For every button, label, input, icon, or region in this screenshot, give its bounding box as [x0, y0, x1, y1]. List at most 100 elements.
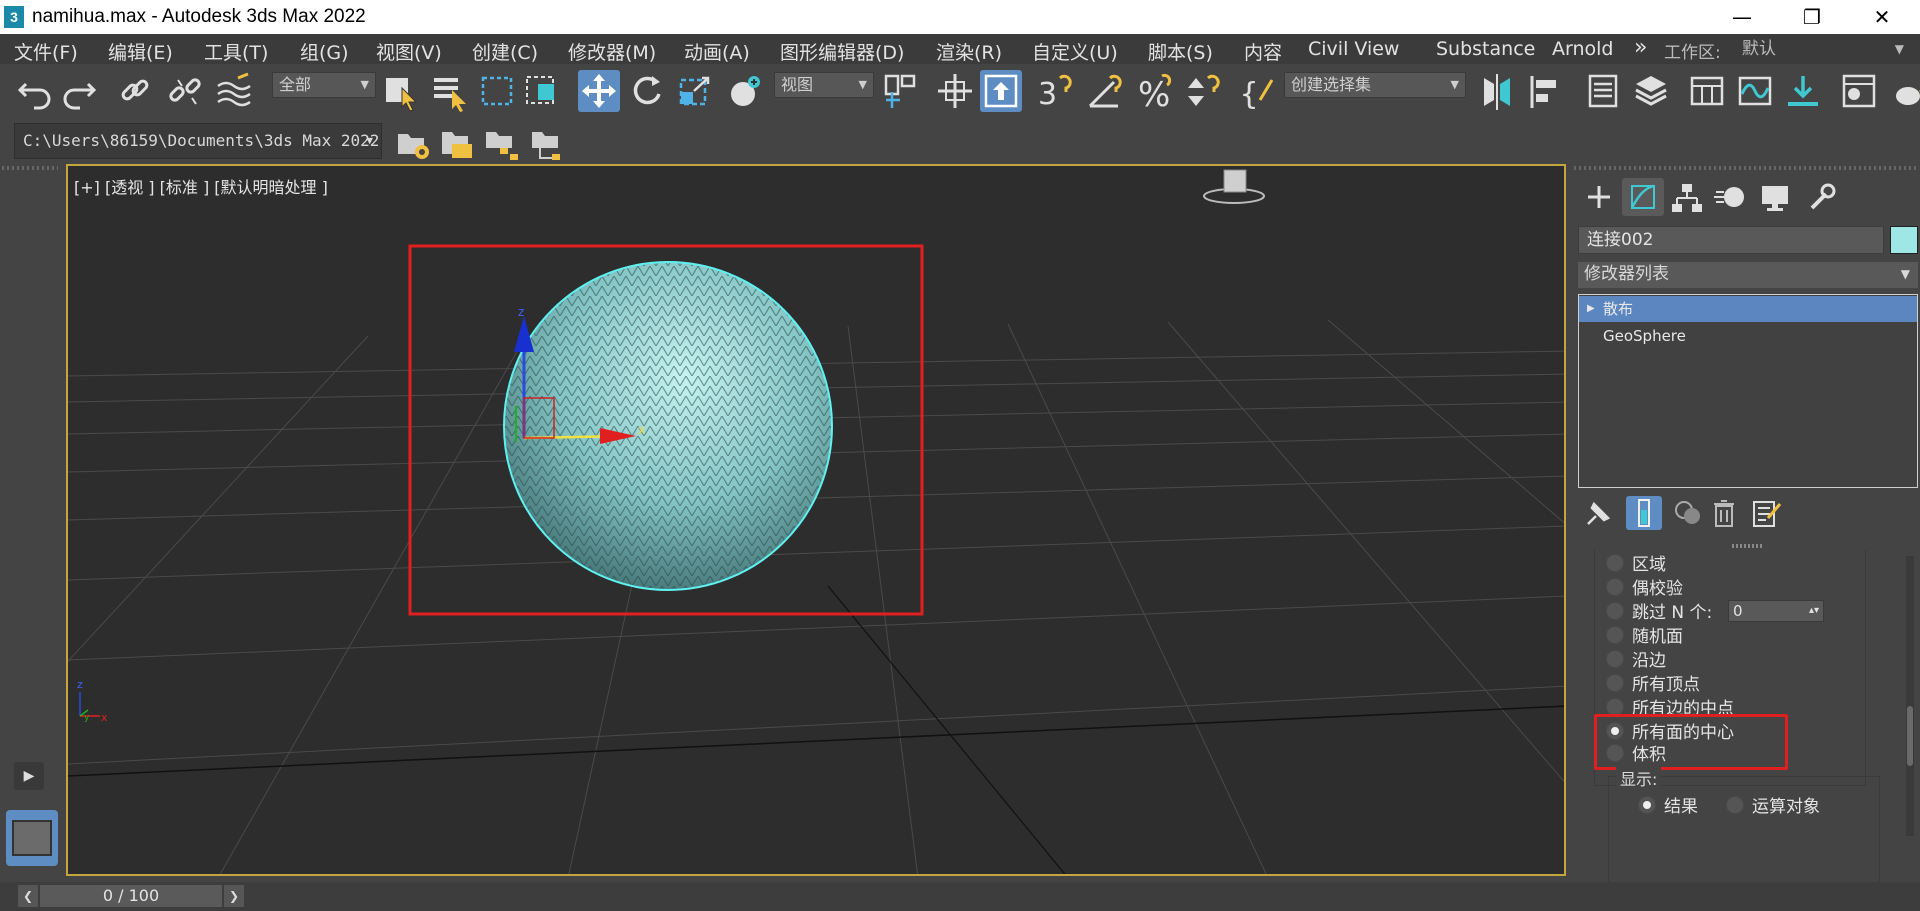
mirror-button[interactable]	[1476, 70, 1518, 112]
tab-display[interactable]	[1754, 178, 1796, 216]
skip-n-spinner[interactable]: 0 ▴▾	[1728, 600, 1824, 622]
workspace-dropdown[interactable]: 默认 ▼	[1736, 37, 1912, 61]
unlink-button[interactable]	[164, 70, 206, 112]
modifier-list-dropdown[interactable]: 修改器列表 ▼	[1578, 262, 1918, 288]
keyboard-shortcut-override-button[interactable]	[980, 70, 1022, 112]
tab-hierarchy[interactable]	[1666, 178, 1708, 216]
show-end-result-button[interactable]	[1626, 496, 1662, 530]
select-and-rotate-button[interactable]	[626, 70, 668, 112]
menu-more-icon[interactable]: »	[1634, 35, 1647, 60]
tab-create[interactable]	[1578, 178, 1620, 216]
undo-button[interactable]	[14, 70, 56, 112]
menu-view[interactable]: 视图(V)	[376, 38, 442, 65]
tab-utilities[interactable]	[1800, 178, 1842, 216]
rollout-scrollbar[interactable]	[1906, 556, 1914, 836]
radio-along-edges[interactable]: 沿边	[1606, 646, 1666, 672]
project-structure-button[interactable]	[526, 122, 568, 164]
rectangular-selection-button[interactable]	[476, 70, 518, 112]
workspace-label: 工作区:	[1664, 43, 1721, 63]
curve-editor-button[interactable]	[1734, 70, 1776, 112]
menu-tools[interactable]: 工具(T)	[204, 38, 268, 65]
pivot-center-button[interactable]	[878, 70, 920, 112]
selection-filter-dropdown[interactable]: 全部 ▼	[272, 72, 376, 98]
named-selection-dropdown[interactable]: 创建选择集 ▼	[1284, 72, 1466, 98]
tab-modify[interactable]	[1622, 178, 1664, 216]
time-slider[interactable]: 0 / 100	[40, 885, 222, 907]
make-unique-button[interactable]	[1670, 496, 1706, 530]
radio-even[interactable]: 偶校验	[1606, 574, 1683, 600]
layer-explorer-button[interactable]	[1630, 70, 1672, 112]
rollout-grip[interactable]	[1732, 544, 1762, 548]
menu-create[interactable]: 创建(C)	[472, 38, 538, 65]
menu-customize[interactable]: 自定义(U)	[1032, 38, 1118, 65]
radio-random-faces[interactable]: 随机面	[1606, 622, 1683, 648]
menu-animation[interactable]: 动画(A)	[684, 38, 750, 65]
radio-operands[interactable]: 运算对象	[1726, 792, 1820, 818]
snaps-toggle-button[interactable]: 3	[1034, 70, 1076, 112]
menu-file[interactable]: 文件(F)	[14, 38, 78, 65]
radio-result[interactable]: 结果	[1638, 792, 1698, 818]
strip-grip[interactable]	[2, 166, 58, 170]
edit-named-selection-button[interactable]: {	[1238, 70, 1280, 112]
render-setup-button[interactable]	[1888, 70, 1920, 112]
stack-item-scatter[interactable]: ▶ 散布	[1579, 296, 1917, 322]
menu-modifiers[interactable]: 修改器(M)	[568, 38, 656, 65]
close-button[interactable]: ✕	[1852, 0, 1912, 34]
object-color-swatch[interactable]	[1890, 226, 1918, 254]
window-crossing-button[interactable]	[522, 70, 564, 112]
manipulate-button[interactable]	[934, 70, 976, 112]
select-and-scale-button[interactable]	[674, 70, 716, 112]
scene-explorer-button[interactable]	[1582, 70, 1624, 112]
material-editor-button[interactable]	[1838, 70, 1880, 112]
open-project-button[interactable]	[436, 122, 478, 164]
select-by-name-button[interactable]	[428, 70, 470, 112]
play-icon[interactable]: ▶	[14, 762, 44, 790]
angle-snap-button[interactable]	[1084, 70, 1126, 112]
create-project-button[interactable]	[480, 122, 522, 164]
redo-button[interactable]	[58, 70, 100, 112]
stack-item-geosphere[interactable]: GeoSphere	[1579, 323, 1917, 349]
spinner-snap-button[interactable]	[1182, 70, 1224, 112]
time-slider-next-icon[interactable]: ❯	[224, 885, 244, 907]
schematic-view-button[interactable]	[1782, 70, 1824, 112]
align-button[interactable]	[1524, 70, 1566, 112]
radio-all-vertices[interactable]: 所有顶点	[1606, 670, 1700, 696]
select-object-button[interactable]	[380, 70, 422, 112]
remove-modifier-button[interactable]	[1706, 496, 1742, 530]
expand-triangle-icon[interactable]: ▶	[1587, 296, 1595, 322]
time-slider-prev-icon[interactable]: ❮	[18, 885, 38, 907]
move-icon	[582, 74, 616, 108]
menu-edit[interactable]: 编辑(E)	[108, 38, 173, 65]
menu-scripting[interactable]: 脚本(S)	[1148, 38, 1213, 65]
tab-motion[interactable]	[1710, 178, 1752, 216]
percent-snap-button[interactable]: %	[1134, 70, 1176, 115]
project-settings-button[interactable]	[392, 122, 434, 164]
select-and-move-button[interactable]	[578, 70, 620, 112]
viewport-layout-button[interactable]	[6, 810, 58, 866]
project-path-dropdown[interactable]: C:\Users\86159\Documents\3ds Max 2022 ▼	[14, 123, 382, 159]
pin-stack-button[interactable]	[1580, 496, 1616, 530]
menu-graph-editors[interactable]: 图形编辑器(D)	[780, 38, 904, 65]
spinner-arrows-icon[interactable]: ▴▾	[1809, 601, 1819, 621]
object-name-field[interactable]: 连接002	[1578, 226, 1884, 254]
menu-content[interactable]: 内容	[1244, 38, 1282, 65]
minimize-button[interactable]: —	[1712, 0, 1772, 34]
toggle-ribbon-button[interactable]	[1686, 70, 1728, 112]
link-button[interactable]	[114, 70, 156, 112]
perspective-viewport[interactable]: [+] [透视 ] [标准 ] [默认明暗处理 ] z x z x y	[66, 164, 1566, 876]
select-and-place-button[interactable]	[724, 70, 766, 112]
reference-coord-dropdown[interactable]: 视图 ▼	[774, 72, 874, 98]
scrollbar-thumb[interactable]	[1907, 706, 1913, 766]
angle-snap-icon	[1088, 74, 1122, 108]
maximize-button[interactable]: ❐	[1782, 0, 1842, 34]
menu-arnold[interactable]: Arnold	[1552, 38, 1613, 60]
menu-substance[interactable]: Substance	[1436, 38, 1535, 60]
bind-space-warp-button[interactable]	[212, 70, 254, 112]
menu-rendering[interactable]: 渲染(R)	[936, 38, 1002, 65]
radio-area[interactable]: 区域	[1606, 550, 1666, 576]
configure-modifier-sets-button[interactable]	[1748, 496, 1784, 530]
menu-group[interactable]: 组(G)	[300, 38, 349, 65]
menu-civil-view[interactable]: Civil View	[1308, 38, 1399, 60]
radio-skip-n[interactable]: 跳过 N 个:	[1606, 598, 1712, 624]
panel-grip[interactable]	[1574, 166, 1918, 170]
